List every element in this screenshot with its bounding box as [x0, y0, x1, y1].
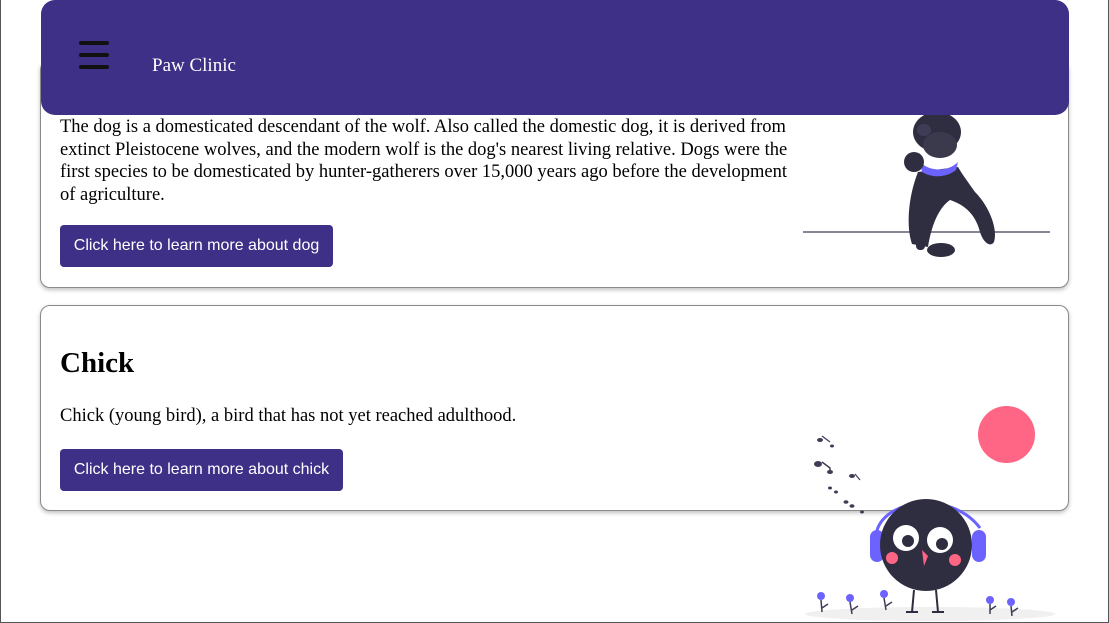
- brand-title[interactable]: Paw Clinic: [152, 55, 236, 77]
- chick-illustration: [805, 435, 1055, 621]
- learn-more-dog-button[interactable]: Click here to learn more about dog: [60, 225, 333, 267]
- flowers: [817, 590, 1015, 606]
- chick-title: Chick: [60, 347, 135, 379]
- window-left-edge: [0, 0, 1, 623]
- learn-more-chick-button[interactable]: Click here to learn more about chick: [60, 449, 343, 491]
- dog-description: The dog is a domesticated descendant of …: [60, 117, 788, 205]
- navbar: Paw Clinic: [41, 0, 1069, 115]
- music-notes: [814, 435, 864, 514]
- chick-description: Chick (young bird), a bird that has not …: [60, 406, 517, 426]
- hamburger-menu-icon[interactable]: [79, 41, 109, 69]
- dog-illustration: [803, 112, 1050, 257]
